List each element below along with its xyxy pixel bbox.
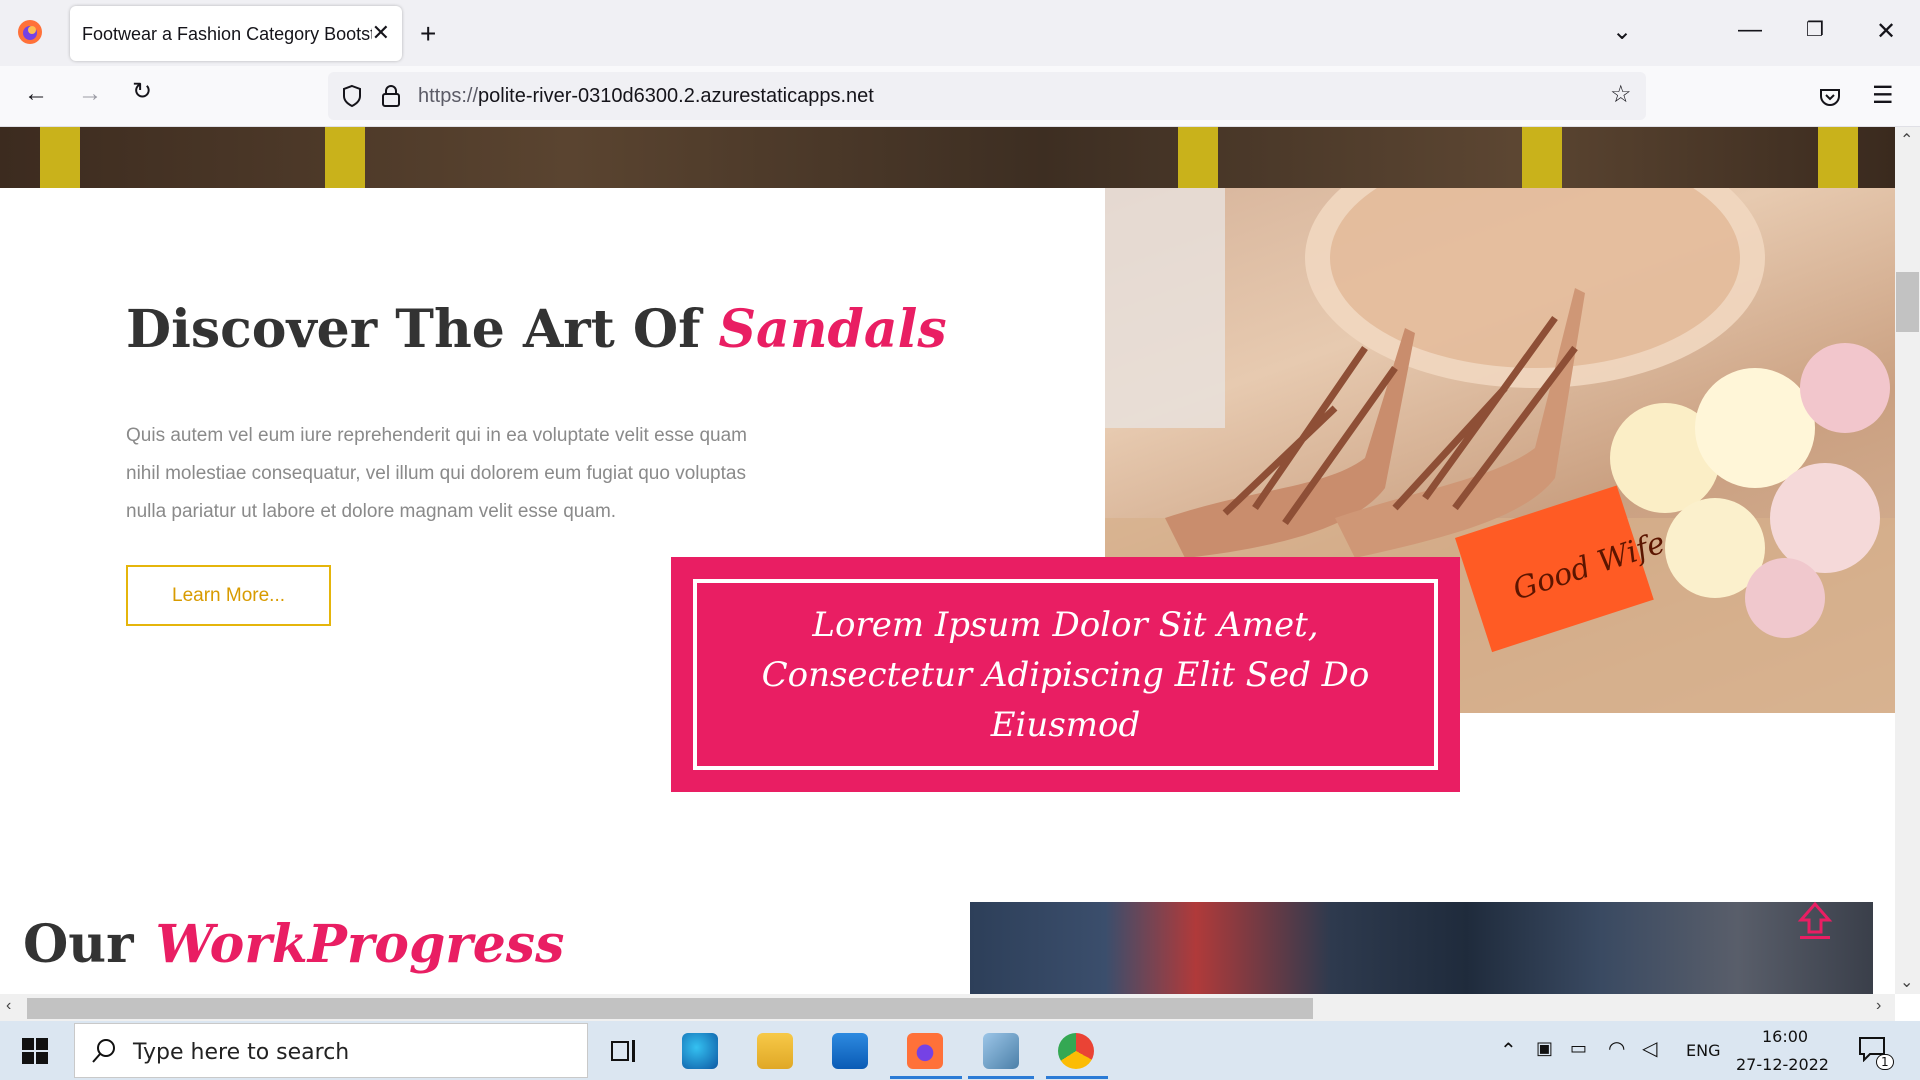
decorative-bar: [40, 127, 80, 188]
restore-icon[interactable]: ❐: [1806, 20, 1824, 40]
scroll-down-icon[interactable]: ⌄: [1900, 972, 1913, 992]
bookmark-star-icon[interactable]: ☆: [1610, 83, 1632, 107]
horizontal-scroll-thumb[interactable]: [27, 998, 1313, 1019]
windows-start-icon[interactable]: [22, 1038, 48, 1064]
reload-icon[interactable]: ↻: [132, 80, 152, 104]
work-title-text: Our: [23, 914, 134, 975]
work-title-accent: WorkProgress: [155, 914, 565, 975]
open-app-indicator: [968, 1076, 1034, 1079]
firefox-icon[interactable]: [16, 18, 44, 46]
quote-text: Lorem Ipsum Dolor Sit Amet, Consectetur …: [761, 604, 1370, 745]
tab-bar: Footwear a Fashion Category Bootstrap ✕ …: [0, 0, 1920, 66]
clock-date[interactable]: 27-12-2022: [1736, 1055, 1829, 1074]
page-viewport: Discover The Art Of Sandals Quis autem ve…: [0, 127, 1895, 994]
quote-box: Lorem Ipsum Dolor Sit Amet, Consectetur …: [671, 557, 1460, 792]
close-tab-icon[interactable]: ✕: [372, 20, 390, 46]
shield-icon[interactable]: [340, 84, 364, 108]
learn-more-button[interactable]: Learn More...: [126, 565, 331, 626]
vertical-scroll-thumb[interactable]: [1896, 272, 1919, 332]
battery-icon[interactable]: ▭: [1570, 1038, 1587, 1059]
close-window-icon[interactable]: ✕: [1876, 20, 1896, 44]
tab-title: Footwear a Fashion Category Bootstrap: [82, 24, 372, 44]
minimize-icon[interactable]: —: [1738, 18, 1762, 42]
vertical-scrollbar[interactable]: [1895, 127, 1920, 994]
address-bar[interactable]: https://polite-river-0310d6300.2.azurest…: [328, 72, 1646, 120]
hero-image-strip: [0, 127, 1895, 188]
active-app-indicator: [890, 1076, 962, 1079]
work-progress-photo: [970, 902, 1873, 994]
search-placeholder: Type here to search: [133, 1040, 350, 1065]
back-to-top-icon[interactable]: [1796, 900, 1834, 942]
notepad-icon[interactable]: [983, 1033, 1019, 1069]
section-paragraph: Quis autem vel eum iure reprehenderit qu…: [126, 425, 748, 522]
decorative-bar: [1178, 127, 1218, 188]
mail-icon[interactable]: [832, 1033, 868, 1069]
language-indicator[interactable]: ENG: [1686, 1041, 1720, 1060]
clock-time[interactable]: 16:00: [1762, 1027, 1808, 1046]
firefox-taskbar-icon[interactable]: [907, 1033, 943, 1069]
chrome-icon[interactable]: [1058, 1033, 1094, 1069]
work-progress-title: Our WorkProgress: [23, 914, 564, 975]
quote-border: Lorem Ipsum Dolor Sit Amet, Consectetur …: [693, 579, 1438, 770]
new-tab-icon[interactable]: +: [420, 20, 436, 48]
file-explorer-icon[interactable]: [757, 1033, 793, 1069]
active-tab[interactable]: Footwear a Fashion Category Bootstrap ✕: [70, 6, 402, 61]
section-title: Discover The Art Of Sandals: [126, 299, 947, 360]
open-app-indicator: [1046, 1076, 1108, 1079]
wifi-icon[interactable]: ◠: [1608, 1036, 1625, 1060]
chevron-down-icon[interactable]: ⌄: [1612, 20, 1632, 44]
scroll-left-icon[interactable]: ‹: [6, 997, 11, 1015]
task-view-icon[interactable]: [610, 1038, 638, 1064]
pocket-icon[interactable]: [1818, 85, 1842, 109]
menu-icon[interactable]: ☰: [1872, 84, 1894, 108]
volume-icon[interactable]: ◁: [1642, 1036, 1657, 1060]
scroll-right-icon[interactable]: ›: [1876, 997, 1881, 1015]
url-text[interactable]: https://polite-river-0310d6300.2.azurest…: [418, 85, 874, 108]
decorative-bar: [325, 127, 365, 188]
url-scheme: https://: [418, 85, 479, 107]
decorative-bar: [1522, 127, 1562, 188]
lock-icon[interactable]: [380, 84, 402, 108]
show-hidden-icons[interactable]: ⌃: [1500, 1038, 1517, 1062]
decorative-bar: [1818, 127, 1858, 188]
scroll-up-icon[interactable]: ⌃: [1900, 130, 1913, 150]
search-icon: [92, 1039, 115, 1063]
back-icon[interactable]: ←: [24, 82, 48, 106]
taskbar-search[interactable]: Type here to search: [74, 1023, 588, 1078]
url-host: polite-river-0310d6300.2.azurestaticapps…: [478, 85, 874, 107]
notification-badge: 1: [1876, 1054, 1894, 1070]
forward-icon[interactable]: →: [78, 82, 102, 106]
section-title-accent: Sandals: [718, 299, 947, 360]
section-title-text: Discover The Art Of: [126, 299, 701, 360]
meet-now-icon[interactable]: ▣: [1536, 1038, 1553, 1059]
edge-icon[interactable]: [682, 1033, 718, 1069]
